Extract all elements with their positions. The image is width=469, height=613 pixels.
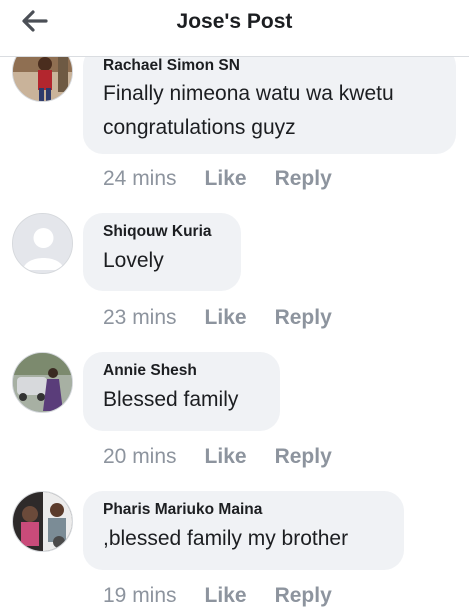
reply-button[interactable]: Reply [275,445,332,469]
comment-bubble: Pharis Mariuko Maina ,blessed family my … [83,491,404,570]
comment-actions: 23 mins Like Reply [103,305,332,331]
avatar[interactable] [12,491,73,552]
top-bar: Jose's Post [0,0,469,57]
comment-actions: 19 mins Like Reply [103,583,332,609]
comment-text: Finally nimeona watu wa kwetu [103,82,394,105]
comments-list: Rachael Simon SN Finally nimeona watu wa… [0,0,469,613]
comment-actions: 24 mins Like Reply [103,166,332,192]
avatar[interactable] [12,352,73,413]
comment-text: ,blessed family my brother [103,527,349,550]
comment-time[interactable]: 19 mins [103,584,177,608]
comment-time[interactable]: 23 mins [103,306,177,330]
comment-author[interactable]: Annie Shesh [103,361,260,381]
avatar[interactable] [12,213,73,274]
comment-text: Lovely [103,249,164,272]
comment-bubble: Shiqouw Kuria Lovely [83,213,241,291]
page-title: Jose's Post [176,10,293,33]
reply-button[interactable]: Reply [275,306,332,330]
comment-bubble: Rachael Simon SN Finally nimeona watu wa… [83,46,456,154]
comment-time[interactable]: 20 mins [103,445,177,469]
comment-time[interactable]: 24 mins [103,167,177,191]
like-button[interactable]: Like [205,167,247,191]
like-button[interactable]: Like [205,306,247,330]
comment-author[interactable]: Rachael Simon SN [103,56,436,76]
reply-button[interactable]: Reply [275,167,332,191]
reply-button[interactable]: Reply [275,584,332,608]
like-button[interactable]: Like [205,445,247,469]
like-button[interactable]: Like [205,584,247,608]
comment-text: Blessed family [103,388,239,411]
default-avatar-icon [13,214,72,273]
comment-actions: 20 mins Like Reply [103,444,332,470]
comment-author[interactable]: Shiqouw Kuria [103,222,221,242]
comment-bubble: Annie Shesh Blessed family [83,352,280,431]
comment-author[interactable]: Pharis Mariuko Maina [103,500,384,520]
comment-text: congratulations guyz [103,116,296,139]
